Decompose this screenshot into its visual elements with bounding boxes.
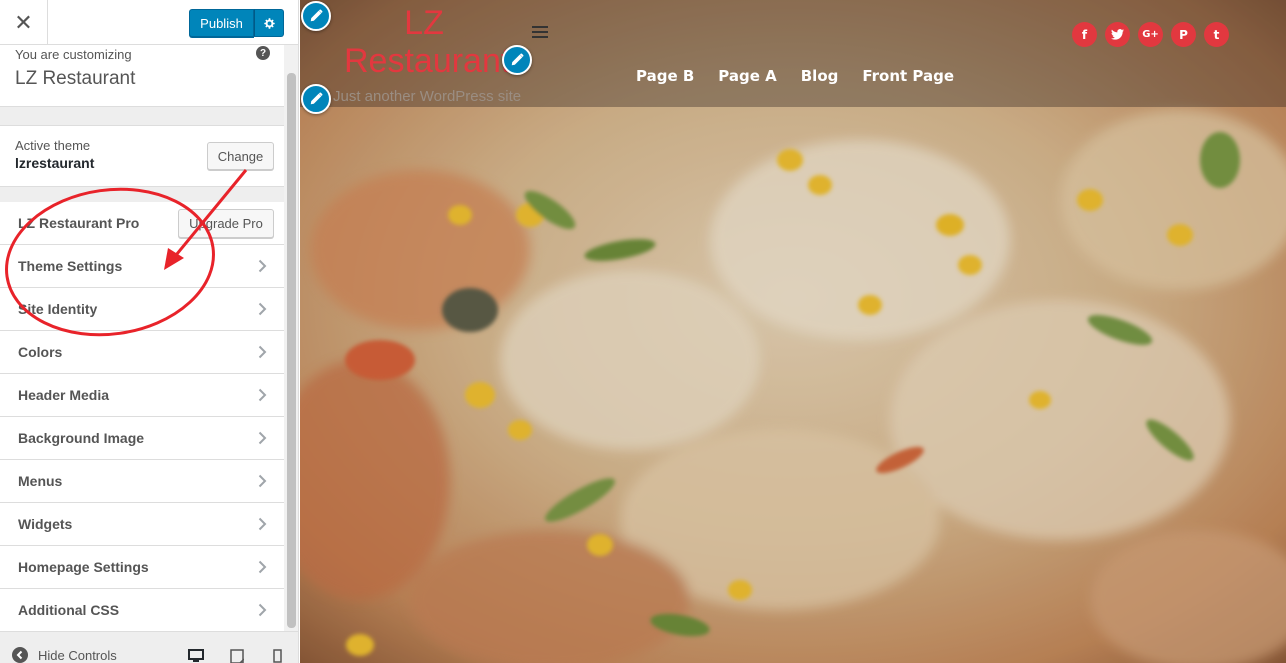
menu-toggle-icon[interactable] [532, 26, 548, 38]
active-theme-name: lzrestaurant [15, 155, 95, 171]
section-homepage-settings[interactable]: Homepage Settings [0, 546, 284, 589]
pencil-icon [310, 92, 323, 105]
chevron-right-icon [258, 302, 267, 316]
nav-item-front-page[interactable]: Front Page [862, 67, 954, 85]
section-header-media[interactable]: Header Media [0, 374, 284, 417]
section-additional-css[interactable]: Additional CSS [0, 589, 284, 632]
section-list: LZ Restaurant Pro Upgrade Pro Theme Sett… [0, 202, 284, 632]
section-label: Colors [18, 344, 63, 360]
section-label: Header Media [18, 387, 110, 403]
site-name[interactable]: LZ Restaurant [344, 4, 510, 80]
customizing-label: You are customizing [15, 47, 132, 62]
primary-nav: Page B Page A Blog Front Page [636, 67, 978, 85]
section-label: Menus [18, 473, 63, 489]
section-pro: LZ Restaurant Pro Upgrade Pro [0, 202, 284, 245]
site-info: You are customizing LZ Restaurant ? [0, 45, 284, 107]
hide-controls-label: Hide Controls [38, 647, 117, 663]
section-label: Additional CSS [18, 602, 120, 618]
section-label: Background Image [18, 430, 145, 446]
hide-controls-button[interactable]: Hide Controls [12, 647, 117, 663]
section-theme-settings[interactable]: Theme Settings [0, 245, 284, 288]
chevron-right-icon [258, 431, 267, 445]
social-links: f G+ P t [1072, 22, 1237, 47]
facebook-icon[interactable]: f [1072, 22, 1097, 47]
pinterest-icon[interactable]: P [1171, 22, 1196, 47]
scrollbar-thumb[interactable] [287, 73, 296, 628]
publish-settings-button[interactable] [254, 9, 284, 37]
edit-shortcut-menu[interactable] [502, 45, 532, 75]
section-label: Site Identity [18, 301, 98, 317]
customizer-panel: You are customizing LZ Restaurant ? Acti… [0, 45, 284, 632]
gear-icon [263, 17, 275, 29]
tumblr-icon[interactable]: t [1204, 22, 1229, 47]
section-label: Widgets [18, 516, 73, 532]
twitter-icon[interactable] [1105, 22, 1130, 47]
customizer-header: ✕ Publish [0, 0, 298, 45]
chevron-right-icon [258, 345, 267, 359]
edit-shortcut-site-title[interactable] [301, 1, 331, 31]
section-site-identity[interactable]: Site Identity [0, 288, 284, 331]
section-widgets[interactable]: Widgets [0, 503, 284, 546]
mobile-icon[interactable] [273, 649, 282, 663]
chevron-right-icon [258, 517, 267, 531]
nav-item-page-a[interactable]: Page A [718, 67, 776, 85]
collapse-arrow-icon [12, 647, 28, 663]
nav-item-blog[interactable]: Blog [801, 67, 839, 85]
google-plus-icon[interactable]: G+ [1138, 22, 1163, 47]
section-menus[interactable]: Menus [0, 460, 284, 503]
chevron-right-icon [258, 560, 267, 574]
close-icon[interactable]: ✕ [0, 0, 48, 45]
active-theme-label: Active theme [15, 138, 91, 153]
section-label: Theme Settings [18, 258, 123, 274]
chevron-right-icon [258, 259, 267, 273]
chevron-right-icon [258, 388, 267, 402]
site-title: LZ Restaurant [15, 68, 136, 89]
pencil-icon [310, 9, 323, 22]
customizer-footer: Hide Controls [0, 631, 298, 663]
section-background-image[interactable]: Background Image [0, 417, 284, 460]
help-icon[interactable]: ? [256, 46, 270, 60]
edit-shortcut-tagline[interactable] [301, 84, 331, 114]
chevron-right-icon [258, 474, 267, 488]
twitter-bird-icon [1111, 29, 1124, 40]
sidebar-scrollbar[interactable] [284, 45, 298, 631]
chevron-right-icon [258, 603, 267, 617]
active-theme-section: Active theme lzrestaurant Change [0, 125, 284, 187]
upgrade-pro-button[interactable]: Upgrade Pro [178, 209, 274, 238]
tablet-icon[interactable] [230, 649, 244, 663]
site-tagline: Just another WordPress site [333, 88, 522, 105]
customizer-sidebar: ✕ Publish You are customizing LZ Restaur… [0, 0, 299, 663]
section-label: Homepage Settings [18, 559, 149, 575]
publish-button[interactable]: Publish [189, 9, 254, 37]
section-pro-label: LZ Restaurant Pro [18, 215, 140, 231]
pencil-icon [511, 53, 524, 66]
change-theme-button[interactable]: Change [207, 142, 274, 170]
nav-item-page-b[interactable]: Page B [636, 67, 694, 85]
site-preview: LZ Restaurant Just another WordPress sit… [300, 0, 1286, 663]
desktop-icon[interactable] [188, 649, 204, 663]
section-colors[interactable]: Colors [0, 331, 284, 374]
